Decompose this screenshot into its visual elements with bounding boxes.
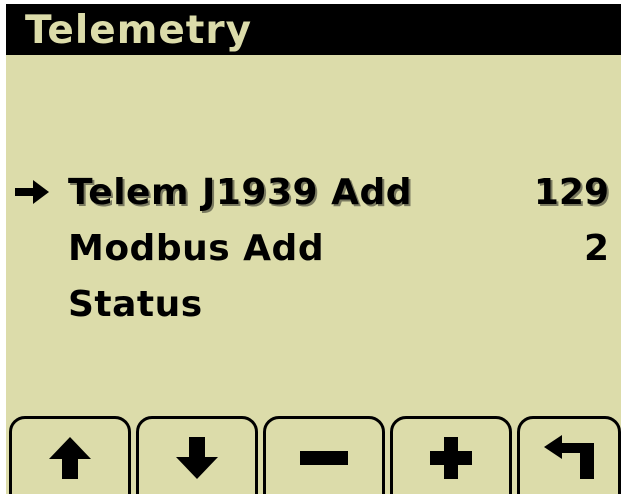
plus-button[interactable] xyxy=(390,416,512,494)
down-button[interactable] xyxy=(136,416,258,494)
telemetry-screen: Telemetry Telem J1939 Add 129 Modbus Add… xyxy=(6,4,621,494)
menu-item-label: Modbus Add xyxy=(68,228,325,269)
menu-item-label: Status xyxy=(68,284,203,325)
plus-icon xyxy=(430,437,472,479)
menu-item-telem-j1939-add[interactable]: Telem J1939 Add 129 xyxy=(6,166,621,220)
return-arrow-icon xyxy=(544,435,594,479)
down-arrow-icon xyxy=(176,437,218,479)
up-arrow-icon xyxy=(49,437,91,479)
menu-item-modbus-add[interactable]: Modbus Add 2 xyxy=(6,222,621,276)
minus-button[interactable] xyxy=(263,416,385,494)
page-title: Telemetry xyxy=(25,8,253,53)
minus-icon xyxy=(300,451,348,465)
menu-item-status[interactable]: Status xyxy=(6,278,621,332)
title-bar: Telemetry xyxy=(6,4,621,55)
back-button[interactable] xyxy=(517,416,621,494)
menu-item-label: Telem J1939 Add xyxy=(68,172,413,213)
menu-item-value: 2 xyxy=(583,228,609,269)
softkey-bar xyxy=(6,416,621,494)
right-arrow-icon xyxy=(15,180,49,204)
up-button[interactable] xyxy=(9,416,131,494)
menu-item-value: 129 xyxy=(533,172,609,213)
